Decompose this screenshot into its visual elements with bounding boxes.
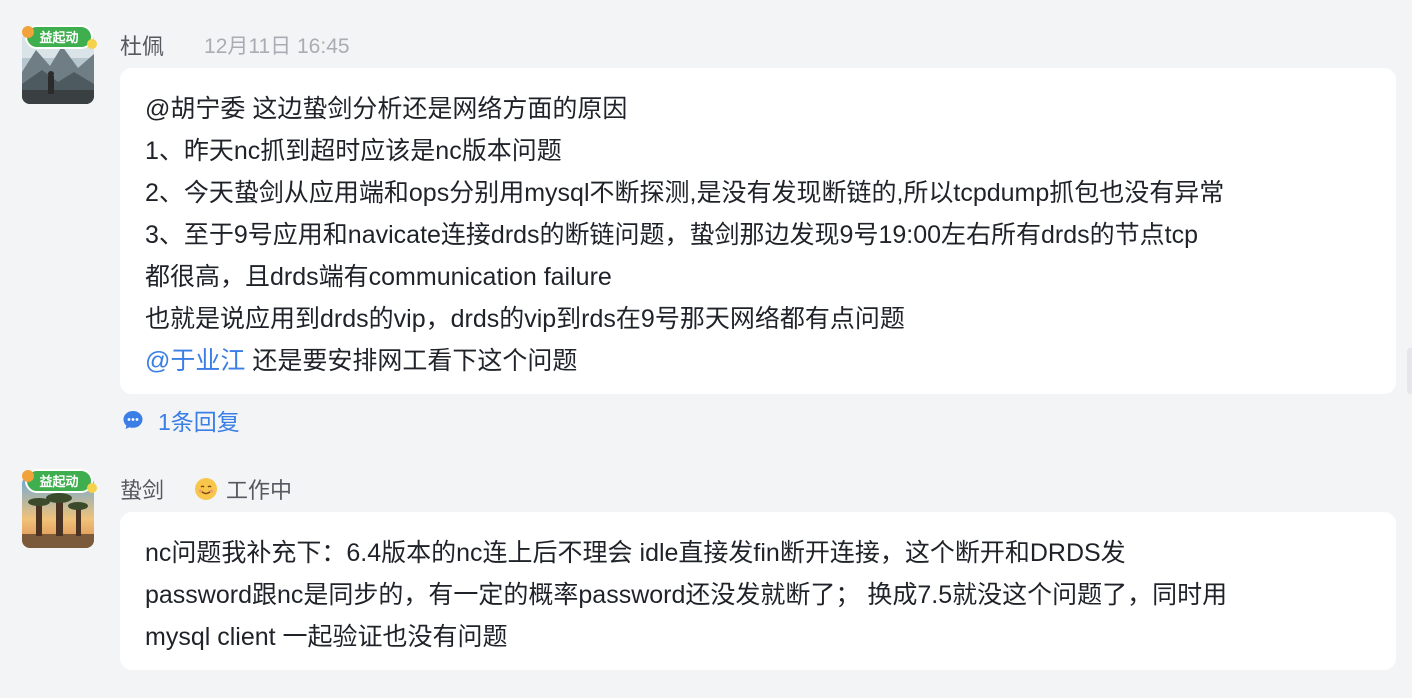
message-line: 都很高，且drds端有communication failure — [145, 256, 1372, 298]
message-text-segment: 还是要安排网工看下这个问题 — [245, 347, 578, 375]
reply-count-label: 1条回复 — [158, 409, 240, 435]
message-line: mysql client 一起验证也没有问题 — [145, 616, 1372, 658]
message-text-segment: password跟nc是同步的，有一定的概率password还没发就断了； 换成… — [145, 581, 1228, 609]
message-meta: 蛰剑 工作中 — [120, 474, 292, 504]
message-1: 益起动 杜佩 12月11日 16:45 @胡宁委 这边蛰剑分析还是网络方面的原因… — [0, 0, 1412, 440]
message-text-segment: @胡宁委 这边蛰剑分析还是网络方面的原因 — [145, 95, 628, 123]
user-status: 工作中 — [194, 473, 292, 505]
badge-yiqidong: 益起动 — [22, 469, 97, 493]
message-text: @胡宁委 这边蛰剑分析还是网络方面的原因 1、昨天nc抓到超时应该是nc版本问题 2… — [145, 88, 1372, 382]
message-time: 12月11日 16:45 — [204, 35, 350, 58]
message-text-segment: 也就是说应用到drds的vip，drds的vip到rds在9号那天网络都有点问题 — [145, 305, 905, 333]
message-line: 也就是说应用到drds的vip，drds的vip到rds在9号那天网络都有点问题 — [145, 298, 1372, 340]
message-meta: 杜佩 12月11日 16:45 — [120, 30, 350, 60]
message-line: 2、今天蛰剑从应用端和ops分别用mysql不断探测,是没有发现断链的,所以tc… — [145, 172, 1372, 214]
message-line: password跟nc是同步的，有一定的概率password还没发就断了； 换成… — [145, 574, 1372, 616]
sender-name[interactable]: 蛰剑 — [120, 473, 164, 505]
badge-label: 益起动 — [39, 30, 78, 46]
avatar-dupei[interactable]: 益起动 — [22, 25, 97, 104]
comment-bubble-icon — [123, 411, 143, 429]
message-text-segment: nc问题我补充下：6.4版本的nc连上后不理会 idle直接发fin断开连接，这… — [145, 539, 1126, 567]
message-line: 1、昨天nc抓到超时应该是nc版本问题 — [145, 130, 1372, 172]
message-text-segment: 1、昨天nc抓到超时应该是nc版本问题 — [145, 137, 562, 165]
status-text: 工作中 — [226, 478, 293, 503]
sender-name[interactable]: 杜佩 — [120, 29, 164, 61]
message-2: 益起动 蛰剑 工作中 nc问题我补充下：6.4版本的nc连上后不理会 idle直… — [0, 440, 1412, 698]
message-text: nc问题我补充下：6.4版本的nc连上后不理会 idle直接发fin断开连接，这… — [145, 532, 1372, 658]
message-text-segment: 都很高，且drds端有communication failure — [145, 263, 612, 291]
reply-thread-link[interactable]: 1条回复 — [122, 404, 240, 436]
message-bubble: nc问题我补充下：6.4版本的nc连上后不理会 idle直接发fin断开连接，这… — [120, 512, 1396, 670]
badge-label: 益起动 — [39, 474, 78, 490]
scrollbar-handle[interactable] — [1407, 348, 1412, 394]
smile-emoji-icon — [195, 478, 218, 500]
message-text-segment: 3、至于9号应用和navicate连接drds的断链问题，蛰剑那边发现9号19:… — [145, 221, 1199, 249]
mention-link[interactable]: @于业江 — [145, 347, 245, 375]
message-line: @于业江 还是要安排网工看下这个问题 — [145, 340, 1372, 382]
avatar-zhejian[interactable]: 益起动 — [22, 469, 97, 548]
badge-yiqidong: 益起动 — [22, 25, 97, 49]
message-text-segment: mysql client 一起验证也没有问题 — [145, 623, 508, 651]
message-line: nc问题我补充下：6.4版本的nc连上后不理会 idle直接发fin断开连接，这… — [145, 532, 1372, 574]
message-line: @胡宁委 这边蛰剑分析还是网络方面的原因 — [145, 88, 1372, 130]
message-line: 3、至于9号应用和navicate连接drds的断链问题，蛰剑那边发现9号19:… — [145, 214, 1372, 256]
message-bubble: @胡宁委 这边蛰剑分析还是网络方面的原因 1、昨天nc抓到超时应该是nc版本问题 2… — [120, 68, 1396, 394]
message-text-segment: 2、今天蛰剑从应用端和ops分别用mysql不断探测,是没有发现断链的,所以tc… — [145, 179, 1225, 207]
